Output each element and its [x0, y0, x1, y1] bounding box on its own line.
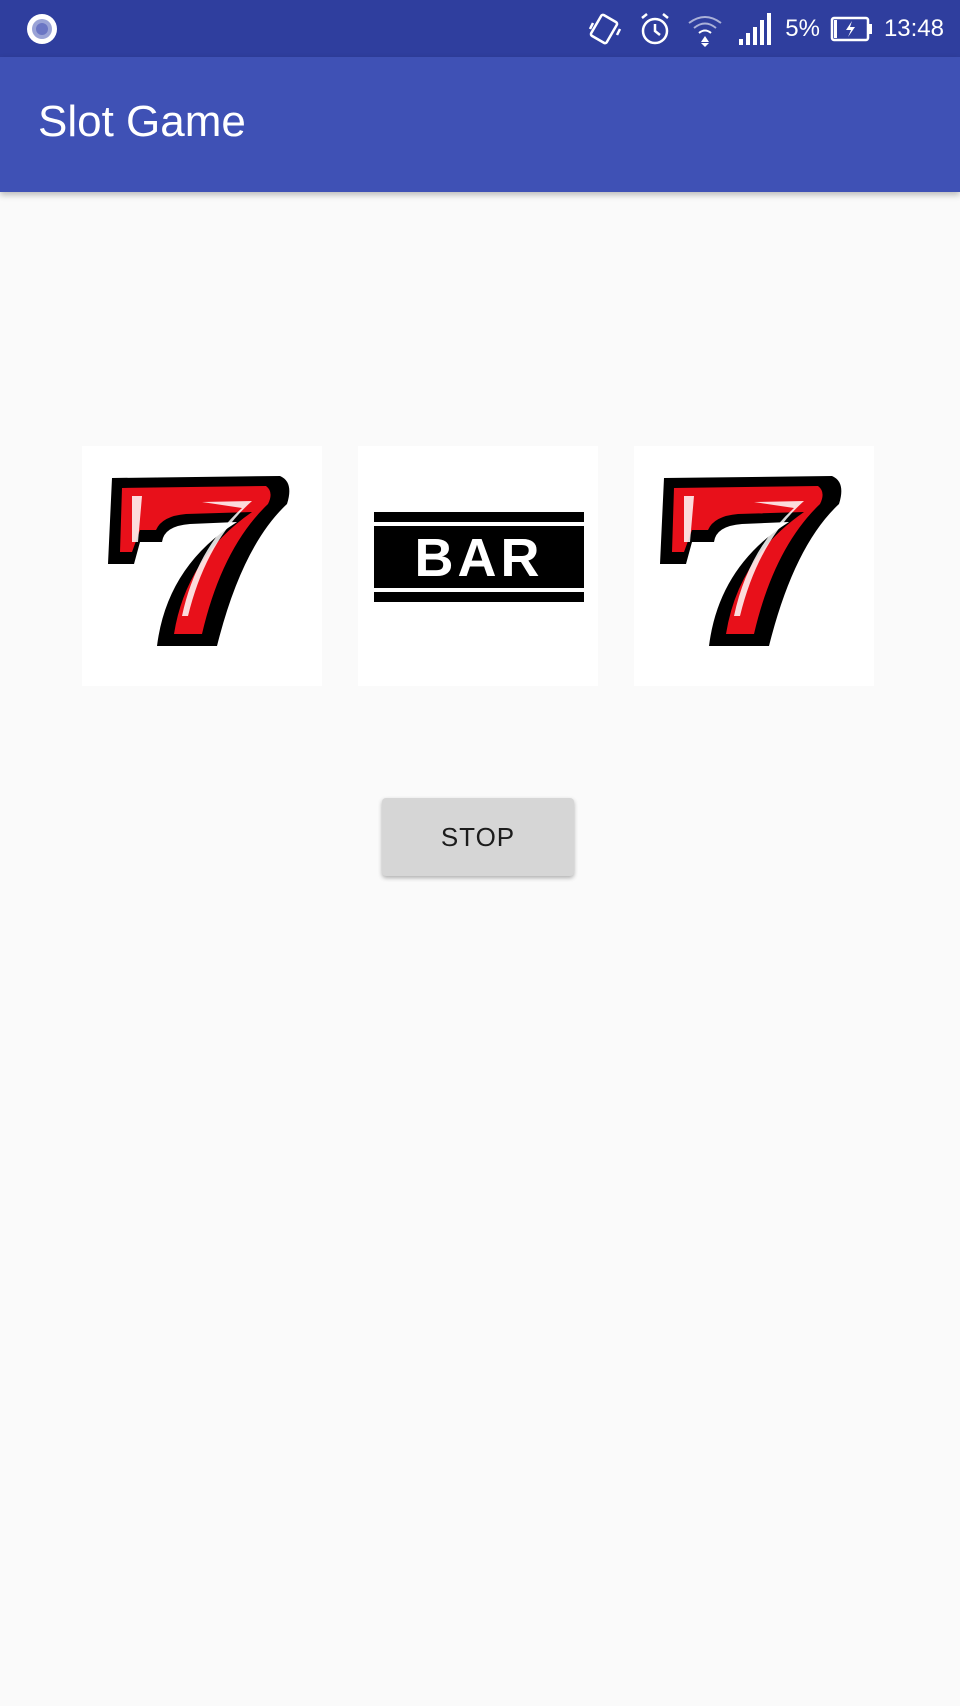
- signal-icon: [735, 9, 775, 49]
- bar-symbol-label: BAR: [415, 528, 544, 588]
- battery-charging-icon: [830, 9, 874, 49]
- reel-3: [634, 446, 874, 686]
- status-icons: 5% 13:48: [585, 0, 944, 57]
- app-bar: Slot Game: [0, 57, 960, 192]
- reel-2: BAR: [358, 446, 598, 686]
- wifi-icon: [685, 9, 725, 49]
- seven-icon: [108, 476, 290, 646]
- status-bar: 5% 13:48: [0, 0, 960, 57]
- app-title: Slot Game: [38, 97, 246, 146]
- reel-1: [82, 446, 322, 686]
- clock: 13:48: [883, 15, 944, 42]
- vibrate-icon: [585, 9, 625, 49]
- bar-symbol-icon: BAR: [374, 512, 584, 602]
- seven-icon: [660, 476, 842, 646]
- assistant-dot-icon: [26, 13, 58, 45]
- stop-button[interactable]: STOP: [382, 798, 574, 876]
- alarm-icon: [635, 9, 675, 49]
- battery-percent: 5%: [785, 15, 820, 42]
